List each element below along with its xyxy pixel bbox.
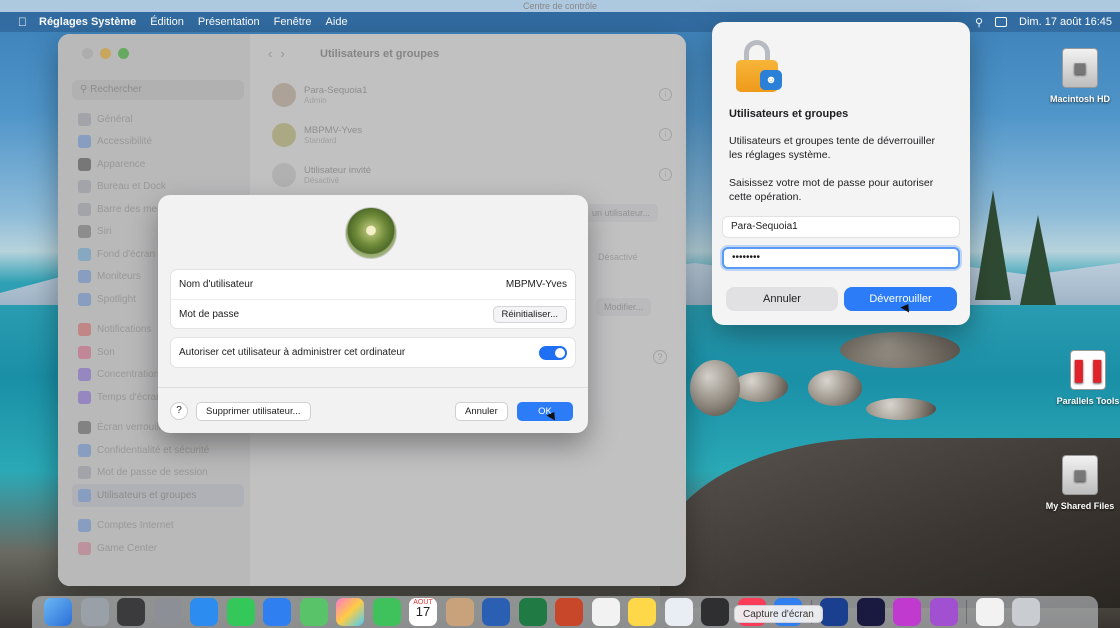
photos-icon[interactable] — [336, 598, 364, 626]
password-row: Mot de passe Réinitialiser... — [171, 299, 575, 328]
auth-username-field[interactable]: Para-Sequoia1 — [722, 216, 960, 238]
desktop-icon-macintosh-hd[interactable]: ◼ Macintosh HD — [1040, 48, 1120, 104]
menu-clock[interactable]: Dim. 17 août 16:45 — [1019, 16, 1112, 28]
shared-drive-icon: ◼ — [1062, 455, 1098, 495]
freeform-icon[interactable] — [664, 598, 693, 626]
sheet-cancel-button[interactable]: Annuler — [455, 402, 508, 421]
dock-separator — [966, 600, 967, 624]
control-center-icon[interactable] — [995, 17, 1008, 27]
delete-user-button[interactable]: Supprimer utilisateur... — [196, 402, 311, 421]
username-value: MBPMV-Yves — [505, 279, 567, 290]
password-label: Mot de passe — [179, 308, 240, 320]
dock-tooltip: Capture d'écran — [734, 605, 823, 623]
facetime-icon[interactable] — [372, 598, 401, 626]
sheet-footer-divider — [158, 387, 588, 388]
auth-prompt: Saisissez votre mot de passe pour autori… — [729, 177, 934, 203]
users-badge-icon: ☻ — [760, 70, 782, 90]
maps-icon[interactable] — [299, 598, 328, 626]
document-icon[interactable] — [975, 598, 1004, 626]
reset-password-button[interactable]: Réinitialiser... — [492, 305, 567, 323]
contacts-icon[interactable] — [445, 598, 474, 626]
admin-toggle[interactable] — [539, 345, 567, 360]
menu-app-name[interactable]: Réglages Système — [39, 16, 136, 28]
desktop-icon-my-shared-files[interactable]: ◼ My Shared Files — [1040, 455, 1120, 511]
username-row: Nom d'utilisateur MBPMV-Yves — [171, 270, 575, 299]
desktop-icon-label: My Shared Files — [1045, 501, 1115, 511]
auth-title: Utilisateurs et groupes — [729, 108, 849, 120]
ghost-window-title: Centre de contrôle — [0, 0, 1120, 12]
admin-row: Autoriser cet utilisateur à administrer … — [171, 338, 575, 367]
calendar-day: 17 — [415, 604, 431, 619]
menu-edition[interactable]: Édition — [150, 16, 184, 28]
tv-icon[interactable] — [701, 598, 729, 626]
username-label: Nom d'utilisateur — [179, 279, 254, 290]
messages-icon[interactable] — [226, 598, 255, 626]
mail-icon[interactable] — [263, 598, 291, 626]
reminders-icon[interactable] — [591, 598, 620, 626]
user-edit-sheet: Nom d'utilisateur MBPMV-Yves Mot de pass… — [158, 195, 588, 433]
account-fields-group: Nom d'utilisateur MBPMV-Yves Mot de pass… — [170, 269, 576, 329]
wallpaper-tree — [1020, 215, 1056, 305]
desktop-icon-label: Parallels Tools — [1056, 396, 1120, 406]
purple-app-icon[interactable] — [893, 598, 921, 626]
calendar-icon[interactable]: AOÛT 17 — [409, 598, 437, 626]
dock: AOÛT 17 — [32, 596, 1098, 628]
apple-menu-icon[interactable]:  — [18, 15, 27, 29]
vpn-icon[interactable] — [820, 598, 848, 626]
powerpoint-icon[interactable] — [555, 598, 583, 626]
auth-dialog: ☻ Utilisateurs et groupes Utilisateurs e… — [712, 22, 970, 325]
word-icon[interactable] — [482, 598, 510, 626]
notes-icon[interactable] — [628, 598, 656, 626]
safari-icon[interactable] — [190, 598, 218, 626]
remote-desktop-icon[interactable] — [856, 598, 885, 626]
menu-fenetre[interactable]: Fenêtre — [274, 16, 312, 28]
desktop-icon-label: Macintosh HD — [1049, 94, 1110, 104]
search-icon[interactable]: ⚲ — [975, 16, 983, 29]
excel-icon[interactable] — [518, 598, 547, 626]
menu-presentation[interactable]: Présentation — [198, 16, 260, 28]
wallpaper-rock — [732, 372, 788, 402]
screenshot-icon[interactable] — [117, 598, 145, 626]
sheet-ok-button[interactable]: OK — [517, 402, 573, 421]
admin-group: Autoriser cet utilisateur à administrer … — [170, 337, 576, 368]
wallpaper-rock — [808, 370, 862, 406]
admin-label: Autoriser cet utilisateur à administrer … — [179, 347, 406, 358]
auth-message: Utilisateurs et groupes tente de déverro… — [729, 135, 936, 161]
wallpaper-tree — [975, 190, 1011, 300]
launchpad-icon[interactable] — [80, 598, 109, 626]
desktop-icon-parallels-tools[interactable]: ❚❚ Parallels Tools — [1048, 350, 1120, 406]
wallpaper-rock — [840, 332, 960, 368]
sheet-help-button[interactable]: ? — [170, 402, 188, 420]
violet-app-icon[interactable] — [929, 598, 958, 626]
menu-aide[interactable]: Aide — [326, 16, 348, 28]
wallpaper-rock — [690, 360, 740, 416]
trash-icon[interactable] — [1012, 598, 1040, 626]
lock-icon: ☻ — [736, 40, 782, 92]
finder-icon[interactable] — [44, 598, 72, 626]
wallpaper-rock — [866, 398, 936, 420]
auth-cancel-button[interactable]: Annuler — [726, 287, 838, 311]
auth-password-field[interactable]: •••••••• — [722, 247, 960, 269]
parallels-icon: ❚❚ — [1070, 350, 1106, 390]
user-avatar[interactable] — [345, 207, 397, 259]
settings-icon[interactable] — [153, 598, 182, 626]
hard-drive-icon: ◼ — [1062, 48, 1098, 88]
